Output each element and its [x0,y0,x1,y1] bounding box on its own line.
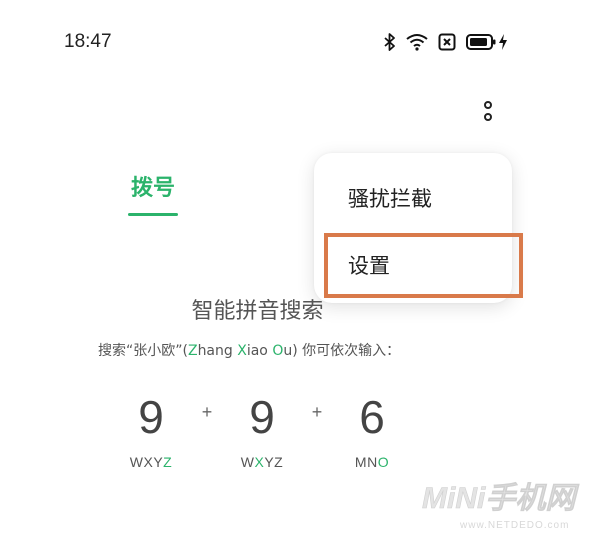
letters-highlight: Z [163,454,173,470]
letters-plain: MN [354,454,378,470]
watermark-logo: MiNi手机网 www.NETDEDO.com [422,482,580,531]
plus-sign-2: + [311,402,323,422]
letters-after: YZ [264,454,284,470]
more-options-button[interactable] [476,100,500,126]
status-icons [384,31,508,53]
tab-dial[interactable]: 拨号 [128,170,178,216]
menu-item-harassment-block[interactable]: 骚扰拦截 [348,183,432,213]
digit-key-3: 6 [359,391,385,443]
digit-key-1: 9 [138,391,164,443]
plus-sign-1: + [201,402,213,422]
hint-initial-z: Z [187,343,198,359]
pinyin-search-hint: 搜索“张小欧”(Zhang Xiao Ou) 你可依次输入： [98,340,400,360]
digit-letters-3: MNO [342,454,402,470]
hint-suffix: u) 你可依次输入： [283,343,401,359]
pinyin-search-title: 智能拼音搜索 [191,299,324,324]
svg-text:MiNi手机网: MiNi手机网 [422,482,579,515]
hint-iao: iao [246,343,273,359]
hint-initial-o: O [272,343,284,359]
digit-key-2: 9 [249,391,275,443]
digit-letters-2: WXYZ [232,454,292,470]
bluetooth-icon [384,33,395,51]
letters-highlight: X [254,454,265,470]
settings-highlight-box [324,233,523,298]
letters-plain: WXY [129,454,164,470]
status-time: 18:47 [64,31,112,52]
svg-text:www.NETDEDO.com: www.NETDEDO.com [459,520,569,531]
charging-icon [499,34,507,50]
hint-initial-x: X [237,343,247,359]
letters-plain: W [240,454,255,470]
no-sim-icon [438,33,456,51]
tab-dial-label: 拨号 [130,176,175,201]
hint-prefix: 搜索“张小欧”( [98,343,188,359]
hint-hang: hang [197,343,238,359]
digit-letters-1: WXYZ [121,454,181,470]
battery-icon [466,34,496,50]
letters-highlight: O [377,454,390,470]
more-vertical-icon [484,101,492,121]
tab-active-indicator [128,213,178,216]
wifi-icon [406,34,428,51]
